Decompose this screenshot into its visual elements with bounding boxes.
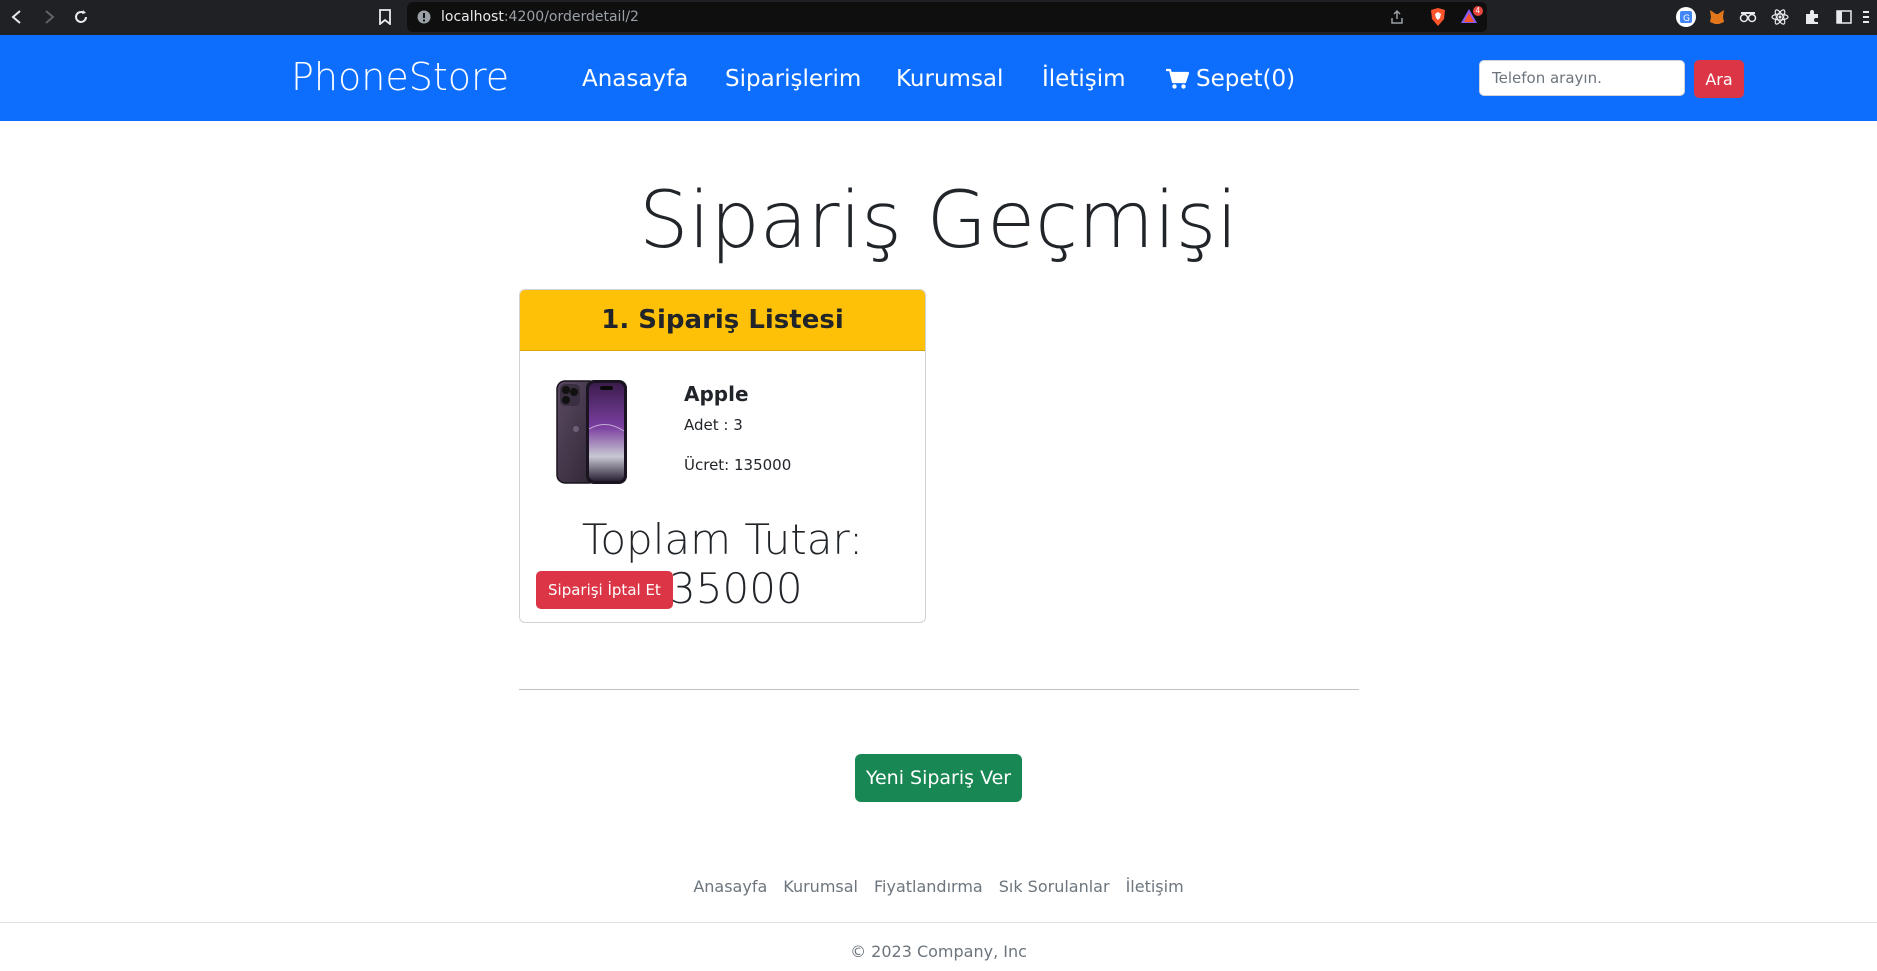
url-host: localhost [441,9,504,25]
site-info-icon[interactable] [417,10,431,24]
footer-link-faq[interactable]: Sık Sorulanlar [999,877,1110,896]
glasses-extension-icon[interactable] [1737,6,1759,28]
nav-link-corporate[interactable]: Kurumsal [896,66,1003,92]
metamask-extension-icon[interactable] [1706,6,1728,28]
browser-menu-icon[interactable] [1859,6,1873,28]
translate-extension-icon[interactable]: G [1675,6,1697,28]
search-input[interactable] [1479,60,1685,96]
svg-text:G: G [1683,14,1690,24]
nav-link-orders[interactable]: Siparişlerim [725,66,861,92]
section-divider [519,689,1359,690]
footer-link-contact[interactable]: İletişim [1126,877,1184,896]
rewards-badge: 4 [1472,6,1483,16]
product-quantity: Adet : 3 [684,416,743,434]
footer-link-pricing[interactable]: Fiyatlandırma [874,877,983,896]
footer-link-home[interactable]: Anasayfa [693,877,767,896]
nav-link-cart[interactable]: Sepet(0) [1196,66,1295,92]
url-path: :4200/orderdetail/2 [503,9,639,25]
product-brand: Apple [684,382,749,406]
bookmark-icon[interactable] [374,6,396,28]
forward-icon[interactable] [38,6,60,28]
brand-logo[interactable]: PhoneStore [291,55,509,99]
new-order-button[interactable]: Yeni Sipariş Ver [855,754,1022,802]
footer-divider [0,922,1877,923]
product-image [556,379,628,492]
brave-shield-icon[interactable] [1429,7,1447,27]
page-title: Sipariş Geçmişi [639,176,1238,266]
order-card: 1. Sipariş Listesi Apple Adet: 3 Ücret:… [519,289,926,623]
sidebar-toggle-icon[interactable] [1833,6,1855,28]
search-button[interactable]: Ara [1694,60,1744,98]
extensions-puzzle-icon[interactable] [1801,6,1823,28]
browser-toolbar: localhost:4200/orderdetail/2 4 G [0,0,1877,35]
copyright-text: © 2023 Company, Inc [850,942,1027,961]
reload-icon[interactable] [70,6,92,28]
cart-icon[interactable] [1165,68,1190,95]
url-text: localhost:4200/orderdetail/2 [441,9,639,25]
cancel-order-button[interactable]: Siparişi İptal Et [536,571,673,609]
product-price: Ücret: 135000 [684,456,792,474]
footer-link-corporate[interactable]: Kurumsal [783,877,858,896]
order-card-header: 1. Sipariş Listesi [520,290,925,351]
nav-link-home[interactable]: Anasayfa [582,66,688,92]
main-navbar: PhoneStore Anasayfa Siparişlerim Kurumsa… [0,35,1877,121]
share-icon[interactable] [1389,9,1405,25]
back-icon[interactable] [6,6,28,28]
footer-nav: Anasayfa Kurumsal Fiyatlandırma Sık Soru… [0,877,1877,896]
nav-link-contact[interactable]: İletişim [1042,66,1126,92]
brave-rewards-icon[interactable]: 4 [1459,6,1483,25]
react-devtools-icon[interactable] [1769,6,1791,28]
address-bar[interactable]: localhost:4200/orderdetail/2 4 [407,2,1487,32]
